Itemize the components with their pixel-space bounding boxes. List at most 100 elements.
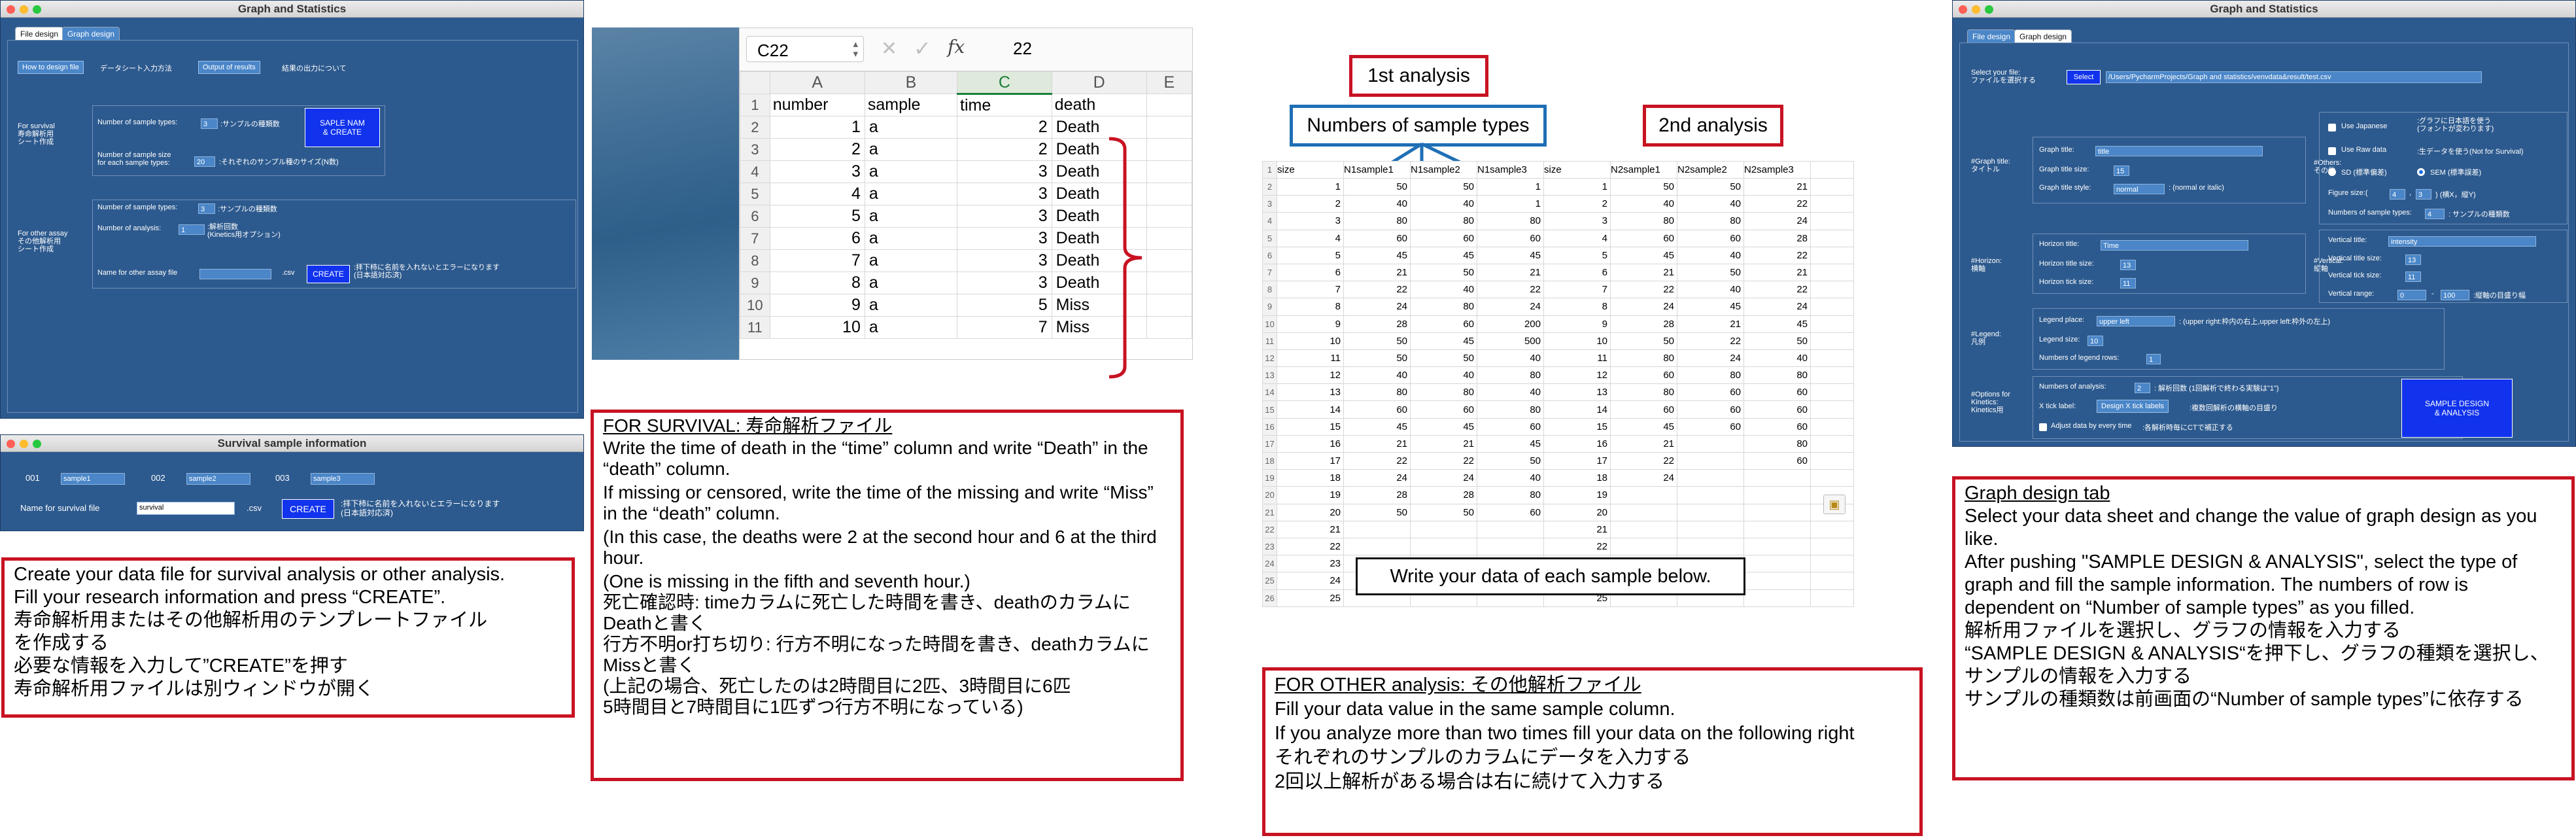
row-number[interactable]: 21 xyxy=(1262,503,1277,521)
table-cell[interactable]: 21 xyxy=(1743,263,1811,282)
row-number[interactable]: 5 xyxy=(740,183,770,205)
table-cell[interactable]: 40 xyxy=(1610,195,1677,213)
table-cell[interactable]: 60 xyxy=(1410,315,1477,333)
horizon-title-input[interactable]: Time xyxy=(2101,240,2248,251)
table-cell[interactable]: 1 xyxy=(769,116,865,139)
table-cell[interactable] xyxy=(1810,537,1854,556)
column-header[interactable]: E xyxy=(1146,71,1192,94)
table-cell[interactable]: 3 xyxy=(1543,212,1611,230)
cancel-icon[interactable]: ✕ xyxy=(881,37,897,60)
row-number[interactable]: 6 xyxy=(740,205,770,228)
table-cell[interactable] xyxy=(1810,263,1854,282)
table-cell[interactable] xyxy=(1810,229,1854,247)
table-cell[interactable]: 21 xyxy=(1410,434,1477,453)
table-cell[interactable]: 21 xyxy=(1610,434,1677,453)
table-cell[interactable]: 21 xyxy=(1677,315,1744,333)
table-cell[interactable]: death xyxy=(1051,94,1147,116)
table-cell[interactable] xyxy=(1743,520,1811,538)
row-number[interactable]: 11 xyxy=(1262,332,1277,350)
table-cell[interactable]: 24 xyxy=(1743,212,1811,230)
table-cell[interactable]: 22 xyxy=(1277,537,1344,556)
table-cell[interactable]: 1 xyxy=(1543,177,1611,196)
table-cell[interactable]: 8 xyxy=(769,271,865,294)
table-cell[interactable] xyxy=(1677,503,1744,521)
table-cell[interactable]: 15 xyxy=(1543,417,1611,436)
table-cell[interactable]: 60 xyxy=(1410,229,1477,247)
table-cell[interactable]: a xyxy=(864,160,958,183)
adjust-data-checkbox[interactable] xyxy=(2039,423,2047,431)
table-cell[interactable]: 22 xyxy=(1610,281,1677,299)
legend-rows-input[interactable]: 1 xyxy=(2146,354,2161,364)
sd-radio[interactable] xyxy=(2328,168,2336,176)
table-cell[interactable]: a xyxy=(864,316,958,339)
table-cell[interactable]: 60 xyxy=(1743,383,1811,402)
table-cell[interactable]: 22 xyxy=(1343,281,1411,299)
table-cell[interactable] xyxy=(1677,434,1744,453)
table-cell[interactable]: 24 xyxy=(1677,349,1744,368)
table-cell[interactable]: 14 xyxy=(1277,400,1344,419)
table-cell[interactable]: 45 xyxy=(1610,246,1677,264)
table-cell[interactable] xyxy=(1743,555,1811,573)
table-cell[interactable]: 2 xyxy=(769,138,865,161)
table-cell[interactable]: a xyxy=(864,271,958,294)
table-cell[interactable] xyxy=(1810,366,1854,385)
table-cell[interactable] xyxy=(1146,116,1192,139)
table-cell[interactable] xyxy=(1810,417,1854,436)
table-cell[interactable]: 40 xyxy=(1477,349,1544,368)
table-cell[interactable]: 80 xyxy=(1410,212,1477,230)
table-cell[interactable]: 45 xyxy=(1343,417,1411,436)
table-cell[interactable]: 12 xyxy=(1543,366,1611,385)
table-cell[interactable]: 60 xyxy=(1677,417,1744,436)
zoom-icon[interactable] xyxy=(33,440,41,448)
table-cell[interactable]: 3 xyxy=(957,205,1052,228)
table-cell[interactable]: 24 xyxy=(1343,469,1411,487)
table-cell[interactable]: 80 xyxy=(1343,212,1411,230)
table-cell[interactable]: 5 xyxy=(957,294,1052,317)
row-number[interactable]: 2 xyxy=(740,116,770,139)
table-cell[interactable]: 40 xyxy=(1343,195,1411,213)
vertical-title-size-input[interactable]: 13 xyxy=(2405,254,2421,265)
table-cell[interactable]: 80 xyxy=(1743,366,1811,385)
table-cell[interactable]: 45 xyxy=(1677,298,1744,316)
table-cell[interactable] xyxy=(1610,537,1677,556)
horizon-tick-size-input[interactable]: 11 xyxy=(2120,278,2136,289)
table-cell[interactable]: 45 xyxy=(1477,434,1544,453)
tab-file-design[interactable]: File design xyxy=(15,27,64,40)
table-cell[interactable]: N1sample3 xyxy=(1477,161,1544,179)
close-icon[interactable] xyxy=(1959,5,1967,14)
paste-options-icon[interactable]: ▣ xyxy=(1823,495,1846,514)
table-cell[interactable]: 21 xyxy=(1543,520,1611,538)
table-cell[interactable] xyxy=(1743,589,1811,607)
table-cell[interactable] xyxy=(1810,281,1854,299)
table-cell[interactable]: 80 xyxy=(1477,212,1544,230)
table-cell[interactable]: 50 xyxy=(1343,332,1411,350)
zoom-icon[interactable] xyxy=(33,5,41,14)
table-cell[interactable]: 8 xyxy=(1543,298,1611,316)
other-num-types-input[interactable]: 3 xyxy=(198,203,215,214)
figure-height-input[interactable]: 3 xyxy=(2416,189,2431,200)
table-cell[interactable]: 3 xyxy=(1277,212,1344,230)
table-cell[interactable]: 45 xyxy=(1610,417,1677,436)
table-cell[interactable]: 5 xyxy=(1543,246,1611,264)
table-cell[interactable]: size xyxy=(1277,161,1344,179)
sample-name-create-button[interactable]: SAPLE NAM & CREATE xyxy=(305,108,380,147)
table-cell[interactable] xyxy=(1610,520,1677,538)
table-cell[interactable]: 45 xyxy=(1410,332,1477,350)
table-cell[interactable]: 50 xyxy=(1410,503,1477,521)
table-cell[interactable]: 28 xyxy=(1343,315,1411,333)
table-cell[interactable]: 6 xyxy=(1543,263,1611,282)
how-to-design-file-button[interactable]: How to design file xyxy=(18,61,84,74)
table-cell[interactable]: 9 xyxy=(1277,315,1344,333)
row-number[interactable]: 3 xyxy=(740,138,770,161)
table-cell[interactable]: 22 xyxy=(1343,451,1411,470)
table-cell[interactable]: time xyxy=(957,94,1052,116)
name-box[interactable]: C22 ▴ ▾ xyxy=(746,36,864,62)
table-cell[interactable]: N2sample3 xyxy=(1743,161,1811,179)
minimize-icon[interactable] xyxy=(20,5,28,14)
other-name-input[interactable] xyxy=(199,269,271,279)
legend-place-input[interactable]: upper left xyxy=(2097,316,2175,326)
table-cell[interactable]: 50 xyxy=(1410,349,1477,368)
row-number[interactable]: 4 xyxy=(740,160,770,183)
table-cell[interactable]: 80 xyxy=(1477,486,1544,504)
table-cell[interactable]: 60 xyxy=(1477,229,1544,247)
